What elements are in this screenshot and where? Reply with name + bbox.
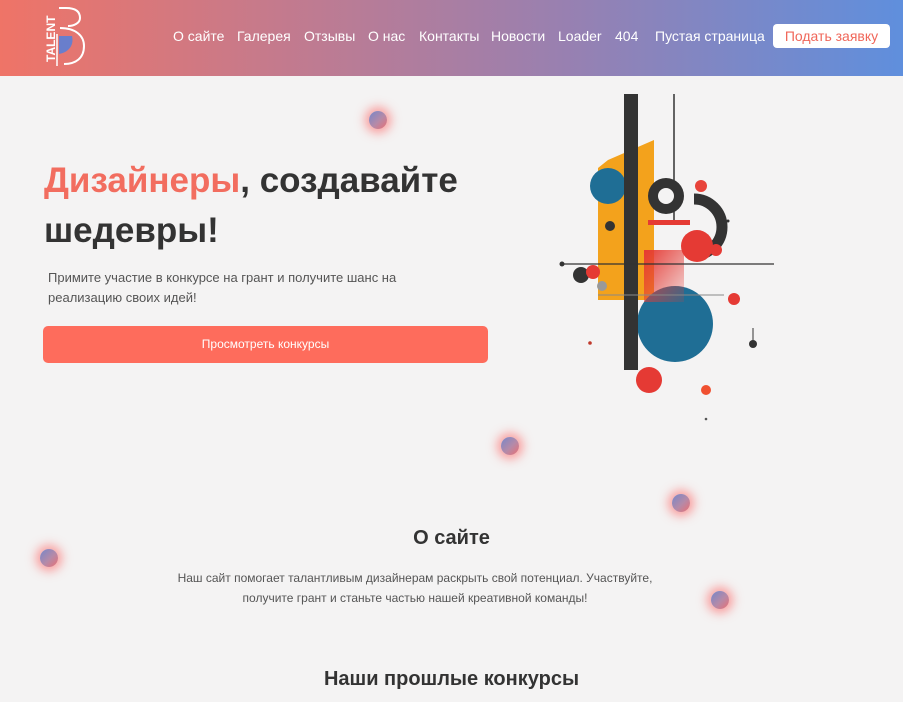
decorative-dot (672, 494, 690, 512)
view-contests-button[interactable]: Просмотреть конкурсы (43, 326, 488, 363)
nav-link-about-us[interactable]: О нас (368, 28, 405, 44)
about-section-text: Наш сайт помогает талантливым дизайнерам… (177, 571, 653, 605)
hero-illustration (559, 94, 774, 421)
about-section-title: О сайте (413, 527, 490, 549)
nav-link-gallery[interactable]: Галерея (237, 28, 291, 44)
talent-logo[interactable]: TALENT (42, 4, 88, 68)
apply-button[interactable]: Подать заявку (773, 24, 890, 48)
decorative-dot (40, 549, 58, 567)
nav-link-contacts[interactable]: Контакты (419, 28, 479, 44)
logo-text: TALENT (44, 15, 58, 62)
nav-link-empty-page[interactable]: Пустая страница (655, 28, 765, 44)
nav-link-reviews[interactable]: Отзывы (304, 28, 355, 44)
nav-link-loader[interactable]: Loader (558, 28, 602, 44)
decorative-dot (711, 591, 729, 609)
hero-title: Дизайнеры, создавайте шедевры! (44, 156, 514, 256)
nav-link-news[interactable]: Новости (491, 28, 545, 44)
nav-link-about-site[interactable]: О сайте (173, 28, 224, 44)
site-header: TALENT О сайте Галерея Отзывы О нас Конт… (0, 0, 903, 76)
hero-title-accent: Дизайнеры (44, 161, 241, 200)
nav-link-404[interactable]: 404 (615, 28, 638, 44)
decorative-dot (501, 437, 519, 455)
hero-subtitle: Примите участие в конкурсе на грант и по… (48, 270, 397, 305)
past-contests-title: Наши прошлые конкурсы (323, 668, 580, 690)
decorative-dot (369, 111, 387, 129)
